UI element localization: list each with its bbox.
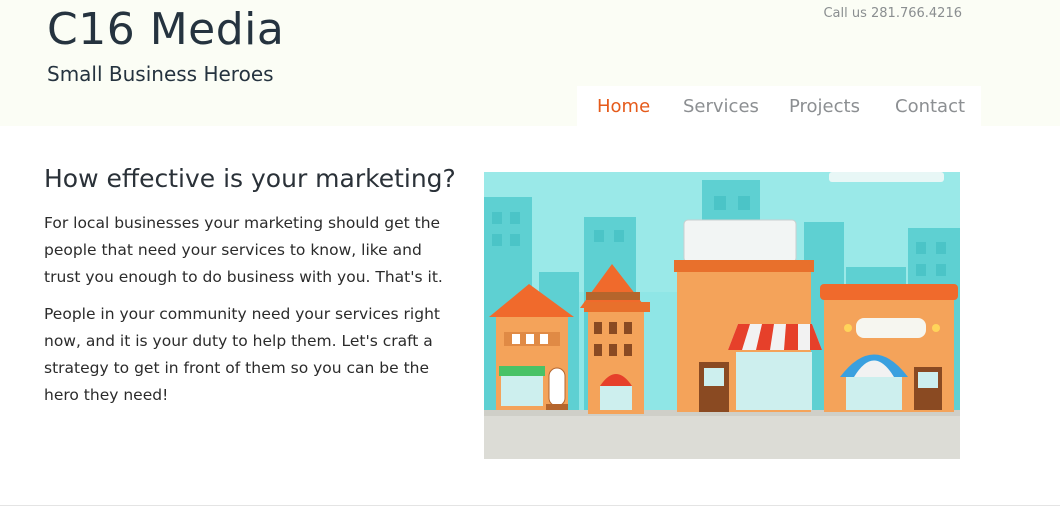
- site-title[interactable]: C16 Media: [47, 4, 284, 56]
- section-heading: How effective is your marketing?: [44, 164, 456, 193]
- nav-projects[interactable]: Projects: [789, 96, 860, 118]
- storefronts-illustration: [484, 172, 960, 459]
- nav-contact[interactable]: Contact: [895, 96, 965, 118]
- main-nav: Home Services Projects Contact: [577, 86, 981, 126]
- intro-paragraph: For local businesses your marketing shou…: [44, 214, 443, 286]
- site-header: C16 Media Small Business Heroes Call us …: [0, 0, 1060, 126]
- community-paragraph: People in your community need your servi…: [44, 305, 440, 404]
- footer-divider: [0, 505, 1060, 506]
- phone-number: Call us 281.766.4216: [823, 6, 962, 21]
- site-tagline: Small Business Heroes: [47, 62, 274, 86]
- nav-home[interactable]: Home: [597, 96, 650, 118]
- nav-services[interactable]: Services: [683, 96, 759, 118]
